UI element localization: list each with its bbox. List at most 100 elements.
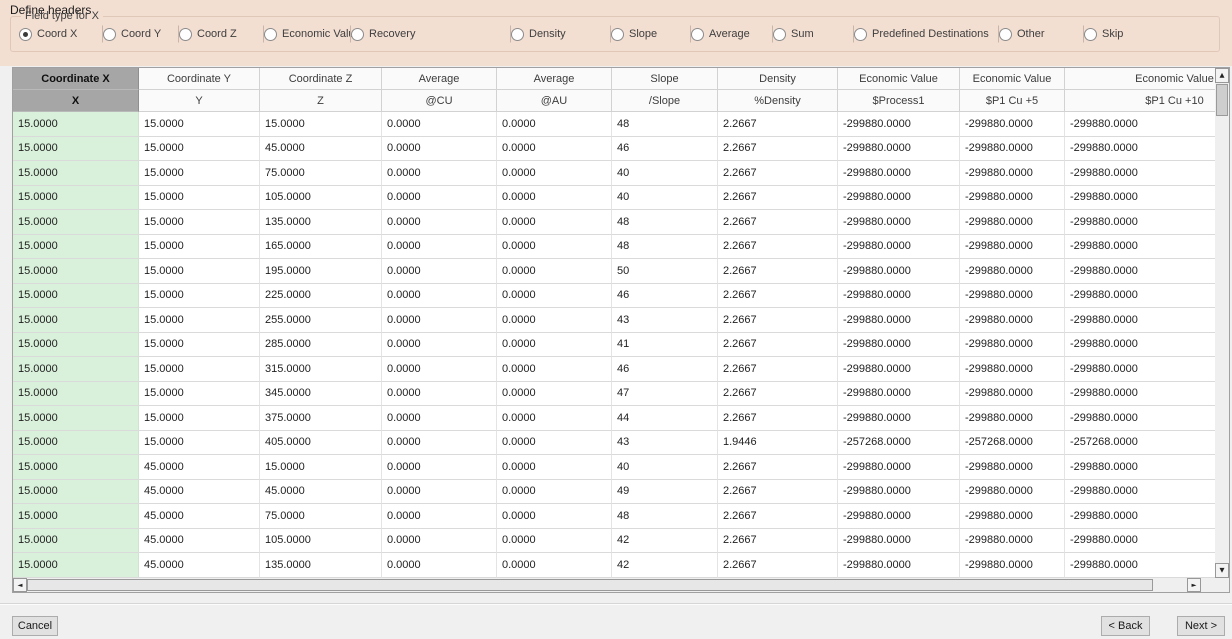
grid-cell: 0.0000 — [382, 112, 497, 137]
radio-label: Predefined Destinations — [872, 28, 989, 40]
grid-cell: -299880.0000 — [960, 234, 1065, 259]
grid-cell: 0.0000 — [382, 136, 497, 161]
grid-cell: 48 — [612, 234, 718, 259]
radio-average[interactable]: Average — [691, 22, 773, 46]
scroll-left-icon[interactable]: ◄ — [13, 578, 27, 592]
radio-coord-x[interactable]: Coord X — [19, 22, 103, 46]
grid-cell: -299880.0000 — [838, 136, 960, 161]
grid-cell: 0.0000 — [497, 528, 612, 553]
column-type-header[interactable]: Average — [382, 68, 497, 90]
grid-cell: 45.0000 — [139, 479, 260, 504]
column-name-header[interactable]: @CU — [382, 90, 497, 112]
column-name-header[interactable]: Z — [260, 90, 382, 112]
column-type-header[interactable]: Slope — [612, 68, 718, 90]
column-name-header[interactable]: @AU — [497, 90, 612, 112]
grid-cell: -299880.0000 — [960, 161, 1065, 186]
column-type-header[interactable]: Density — [718, 68, 838, 90]
grid-cell: 135.0000 — [260, 210, 382, 235]
grid-cell: 40 — [612, 161, 718, 186]
grid-cell: 0.0000 — [497, 406, 612, 431]
grid-cell: 46 — [612, 136, 718, 161]
grid-cell: 2.2667 — [718, 308, 838, 333]
horizontal-scroll-thumb[interactable] — [27, 579, 1153, 591]
next-button[interactable]: Next > — [1177, 616, 1225, 636]
grid-cell: 15.0000 — [139, 430, 260, 455]
column-type-header[interactable]: Economic Value — [1065, 68, 1215, 90]
grid-cell: 285.0000 — [260, 332, 382, 357]
radio-unselected-icon — [511, 27, 524, 41]
vertical-scrollbar[interactable]: ▲ ▼ — [1215, 68, 1229, 578]
radio-sum[interactable]: Sum — [773, 22, 854, 46]
header-section: Define headers Field type for X Coord XC… — [0, 0, 1232, 66]
radio-economic-value[interactable]: Economic Value — [264, 22, 361, 46]
grid-cell: 75.0000 — [260, 504, 382, 529]
table-row: 15.0000 45.0000 75.0000 0.0000 0.0000 48 2.266… — [13, 504, 1215, 529]
column-type-header[interactable]: Coordinate Y — [139, 68, 260, 90]
grid-cell: -299880.0000 — [960, 185, 1065, 210]
grid-cell: -299880.0000 — [1065, 185, 1215, 210]
cancel-button[interactable]: Cancel — [12, 616, 58, 636]
grid-cell: -299880.0000 — [960, 210, 1065, 235]
grid-cell: -299880.0000 — [1065, 234, 1215, 259]
radio-coord-y[interactable]: Coord Y — [103, 22, 179, 46]
grid-cell: -299880.0000 — [1065, 381, 1215, 406]
table-row: 15.0000 15.0000 315.0000 0.0000 0.0000 46 2.26… — [13, 357, 1215, 382]
column-name-header[interactable]: /Slope — [612, 90, 718, 112]
table-row: 15.0000 15.0000 105.0000 0.0000 0.0000 40 2.26… — [13, 185, 1215, 210]
grid-cell: 15.0000 — [13, 308, 139, 333]
column-name-header[interactable]: %Density — [718, 90, 838, 112]
grid-cell: 0.0000 — [497, 259, 612, 284]
grid-cell: 43 — [612, 430, 718, 455]
column-name-header[interactable]: $Process1 — [838, 90, 960, 112]
grid-cell: 0.0000 — [497, 332, 612, 357]
grid-cell: 315.0000 — [260, 357, 382, 382]
column-type-header[interactable]: Average — [497, 68, 612, 90]
grid-cell: 49 — [612, 479, 718, 504]
grid-cell: -299880.0000 — [960, 283, 1065, 308]
grid-cell: -299880.0000 — [838, 210, 960, 235]
grid-cell: -257268.0000 — [838, 430, 960, 455]
column-name-header[interactable]: $P1 Cu +10 — [1065, 90, 1215, 112]
back-button[interactable]: < Back — [1101, 616, 1150, 636]
horizontal-scrollbar[interactable]: ◄ ► — [13, 578, 1215, 592]
groupbox-legend: Field type for X — [25, 10, 99, 22]
grid-cell: 105.0000 — [260, 528, 382, 553]
grid-cell: 0.0000 — [497, 357, 612, 382]
column-type-header[interactable]: Coordinate Z — [260, 68, 382, 90]
grid-cell: 15.0000 — [139, 234, 260, 259]
radio-slope[interactable]: Slope — [611, 22, 691, 46]
radio-unselected-icon — [351, 27, 364, 41]
table-row: 15.0000 15.0000 375.0000 0.0000 0.0000 44 2.26… — [13, 406, 1215, 431]
grid-cell: -299880.0000 — [960, 553, 1065, 578]
radio-density[interactable]: Density — [511, 22, 611, 46]
grid-cell: 0.0000 — [382, 161, 497, 186]
vertical-scroll-thumb[interactable] — [1216, 84, 1228, 116]
column-type-header[interactable]: Economic Value — [838, 68, 960, 90]
radio-other[interactable]: Other — [999, 22, 1084, 46]
radio-label: Economic Value — [282, 28, 361, 40]
column-name-header[interactable]: X — [13, 90, 139, 112]
scroll-down-icon[interactable]: ▼ — [1215, 563, 1229, 578]
radio-label: Sum — [791, 28, 814, 40]
grid-cell: -257268.0000 — [1065, 430, 1215, 455]
grid-cell: -299880.0000 — [1065, 283, 1215, 308]
radio-predefined-destinations[interactable]: Predefined Destinations — [854, 22, 999, 46]
data-grid: Coordinate X Coordinate Y Coordinate Z Aver… — [12, 67, 1230, 593]
column-type-header[interactable]: Coordinate X — [13, 68, 139, 90]
radio-recovery[interactable]: Recovery — [351, 22, 511, 46]
column-type-header[interactable]: Economic Value — [960, 68, 1065, 90]
radio-coord-z[interactable]: Coord Z — [179, 22, 264, 46]
radio-skip[interactable]: Skip — [1084, 22, 1164, 46]
column-name-header[interactable]: Y — [139, 90, 260, 112]
scroll-right-icon[interactable]: ► — [1187, 578, 1201, 592]
column-name-header[interactable]: $P1 Cu +5 — [960, 90, 1065, 112]
grid-cell: 0.0000 — [497, 185, 612, 210]
grid-cell: 45.0000 — [139, 504, 260, 529]
grid-cell: 0.0000 — [497, 430, 612, 455]
grid-cell: 0.0000 — [382, 381, 497, 406]
grid-cell: 2.2667 — [718, 112, 838, 137]
scroll-up-icon[interactable]: ▲ — [1215, 68, 1229, 83]
grid-cell: -299880.0000 — [1065, 553, 1215, 578]
grid-cell: 15.0000 — [13, 210, 139, 235]
grid-cell: 2.2667 — [718, 381, 838, 406]
